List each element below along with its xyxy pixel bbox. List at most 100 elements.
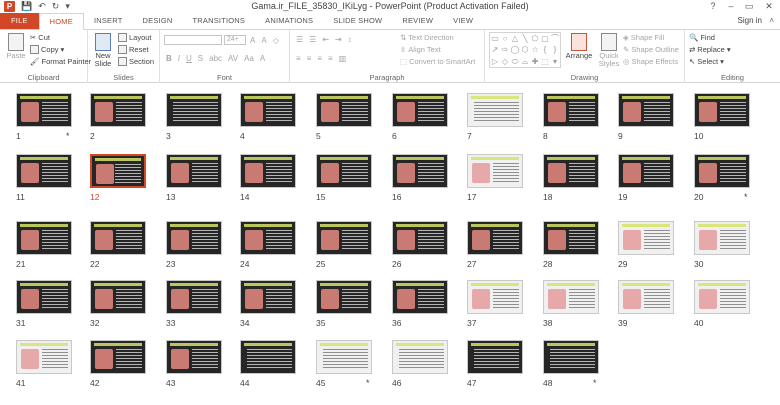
- slide-thumbnail[interactable]: [392, 154, 448, 188]
- decrease-indent-icon[interactable]: ⇤: [322, 35, 329, 44]
- slide-thumbnail[interactable]: [543, 221, 599, 255]
- slide-thumbnail[interactable]: [467, 340, 523, 374]
- increase-indent-icon[interactable]: ⇥: [335, 35, 342, 44]
- redo-icon[interactable]: ↻: [52, 0, 60, 13]
- restore-button[interactable]: ▭: [740, 0, 758, 13]
- slide-thumbnail[interactable]: [166, 154, 222, 188]
- slide-thumbnail[interactable]: [240, 340, 296, 374]
- copy-button[interactable]: Copy ▾: [30, 45, 64, 54]
- slide-thumbnail[interactable]: [618, 280, 674, 314]
- slide-thumbnail[interactable]: [316, 154, 372, 188]
- slide-thumbnail[interactable]: [543, 280, 599, 314]
- layout-button[interactable]: Layout: [118, 33, 152, 42]
- slide-thumbnail[interactable]: [240, 154, 296, 188]
- select-button[interactable]: ↖ Select ▾: [689, 57, 724, 66]
- shapes-gallery[interactable]: ▭ ○ △ ╲ ⬠ ▢ ⌒ ↗ ⇨ ◯ ⬡ ☆{} ▷ ◇ ⬭ ⌓ ✚ ⬚ ▾: [489, 32, 561, 68]
- shape-fill-button[interactable]: ◈ Shape Fill: [623, 33, 664, 42]
- bold-button[interactable]: B: [166, 54, 172, 63]
- arrange-button[interactable]: Arrange: [565, 33, 593, 60]
- align-left-icon[interactable]: ≡: [296, 54, 301, 63]
- slide-thumbnail[interactable]: [316, 221, 372, 255]
- slide-thumbnail[interactable]: [694, 280, 750, 314]
- shape-outline-button[interactable]: ✎ Shape Outline: [623, 45, 679, 54]
- numbering-icon[interactable]: ☰: [309, 35, 316, 44]
- slide-thumbnail[interactable]: [618, 221, 674, 255]
- shadow-button[interactable]: abc: [209, 54, 222, 63]
- tab-file[interactable]: FILE: [0, 13, 39, 29]
- tab-animations[interactable]: ANIMATIONS: [255, 13, 323, 29]
- reset-button[interactable]: Reset: [118, 45, 149, 54]
- align-center-icon[interactable]: ≡: [307, 54, 312, 63]
- slide-thumbnail[interactable]: [316, 280, 372, 314]
- slide-thumbnail[interactable]: [240, 221, 296, 255]
- tab-transitions[interactable]: TRANSITIONS: [183, 13, 256, 29]
- slide-thumbnail[interactable]: [467, 93, 523, 127]
- slide-thumbnail[interactable]: [618, 154, 674, 188]
- shrink-font-icon[interactable]: A: [261, 36, 266, 45]
- justify-icon[interactable]: ≡: [328, 54, 333, 63]
- cut-button[interactable]: ✂ Cut: [30, 33, 50, 42]
- slide-thumbnail[interactable]: [166, 340, 222, 374]
- new-slide-button[interactable]: New Slide: [91, 33, 115, 68]
- section-button[interactable]: Section: [118, 57, 154, 66]
- slide-thumbnail[interactable]: [392, 221, 448, 255]
- sign-in-link[interactable]: Sign in: [738, 16, 762, 25]
- slide-thumbnail[interactable]: [467, 221, 523, 255]
- align-text-button[interactable]: ⇳ Align Text: [400, 45, 441, 54]
- transition-star-icon[interactable]: *: [744, 192, 748, 202]
- slide-thumbnail[interactable]: [16, 280, 72, 314]
- bullets-icon[interactable]: ☰: [296, 35, 303, 44]
- slide-thumbnail[interactable]: [90, 280, 146, 314]
- underline-button[interactable]: U: [186, 54, 192, 63]
- slide-thumbnail[interactable]: [166, 280, 222, 314]
- slide-thumbnail[interactable]: [392, 280, 448, 314]
- slide-thumbnail[interactable]: [618, 93, 674, 127]
- line-spacing-icon[interactable]: ↕: [348, 35, 352, 44]
- slide-thumbnail[interactable]: [90, 340, 146, 374]
- slide-thumbnail[interactable]: [694, 93, 750, 127]
- help-icon[interactable]: ?: [704, 0, 722, 13]
- char-spacing-button[interactable]: AV: [228, 54, 238, 63]
- slide-thumbnail[interactable]: [90, 154, 146, 188]
- collapse-ribbon-icon[interactable]: ˄: [769, 16, 774, 25]
- tab-view[interactable]: VIEW: [443, 13, 483, 29]
- tab-home[interactable]: HOME: [38, 13, 84, 30]
- slide-thumbnail[interactable]: [166, 221, 222, 255]
- slide-thumbnail[interactable]: [543, 154, 599, 188]
- customize-icon[interactable]: ▾: [65, 0, 70, 13]
- tab-insert[interactable]: INSERT: [84, 13, 133, 29]
- tab-slide-show[interactable]: SLIDE SHOW: [323, 13, 392, 29]
- transition-star-icon[interactable]: *: [366, 378, 370, 388]
- slide-thumbnail[interactable]: [467, 280, 523, 314]
- save-icon[interactable]: 💾: [21, 0, 32, 13]
- tab-design[interactable]: DESIGN: [133, 13, 183, 29]
- clear-format-icon[interactable]: ◇: [273, 36, 279, 45]
- change-case-button[interactable]: Aa: [244, 54, 254, 63]
- slide-thumbnail[interactable]: [16, 221, 72, 255]
- align-right-icon[interactable]: ≡: [317, 54, 322, 63]
- slide-thumbnail[interactable]: [16, 154, 72, 188]
- slide-thumbnail[interactable]: [316, 340, 372, 374]
- transition-star-icon[interactable]: *: [593, 378, 597, 388]
- slide-thumbnail[interactable]: [240, 93, 296, 127]
- strikethrough-button[interactable]: S: [198, 54, 203, 63]
- slide-thumbnail[interactable]: [467, 154, 523, 188]
- slide-thumbnail[interactable]: [392, 93, 448, 127]
- slide-thumbnail[interactable]: [166, 93, 222, 127]
- replace-button[interactable]: ⇄ Replace ▾: [689, 45, 731, 54]
- slide-thumbnail[interactable]: [694, 154, 750, 188]
- undo-icon[interactable]: ↶: [38, 0, 46, 13]
- font-size-select[interactable]: 24+: [224, 35, 246, 45]
- slide-thumbnail[interactable]: [240, 280, 296, 314]
- tab-review[interactable]: REVIEW: [392, 13, 443, 29]
- quick-styles-button[interactable]: Quick Styles: [595, 33, 623, 68]
- minimize-button[interactable]: –: [722, 0, 740, 13]
- slide-thumbnail[interactable]: [90, 221, 146, 255]
- format-painter-button[interactable]: 🖌 Format Painter: [30, 57, 91, 66]
- slide-thumbnail[interactable]: [90, 93, 146, 127]
- slide-thumbnail[interactable]: [16, 93, 72, 127]
- paste-button[interactable]: Paste: [2, 33, 30, 60]
- grow-font-icon[interactable]: A: [250, 36, 255, 45]
- shape-effects-button[interactable]: ◎ Shape Effects: [623, 57, 678, 66]
- slide-thumbnail[interactable]: [392, 340, 448, 374]
